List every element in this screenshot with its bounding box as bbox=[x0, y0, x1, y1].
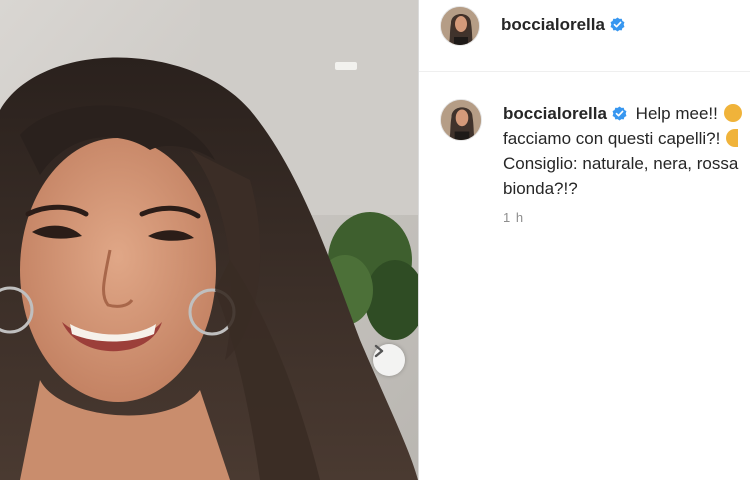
caption-username[interactable]: boccialorella bbox=[503, 104, 607, 123]
caption-text-3: Consiglio: naturale, nera, rossa bbox=[503, 154, 739, 173]
selfie-image bbox=[0, 0, 418, 480]
caption-text-4: bionda?!? bbox=[503, 179, 578, 198]
caption-line-1: boccialorella Help mee!! bbox=[503, 101, 750, 126]
caption-line-3: Consiglio: naturale, nera, rossa bbox=[503, 151, 750, 176]
avatar[interactable] bbox=[440, 6, 480, 46]
caption-text-1: Help mee!! bbox=[635, 104, 718, 123]
face-emoji-icon bbox=[726, 129, 739, 147]
verified-badge-icon bbox=[610, 17, 625, 32]
post-photo[interactable] bbox=[0, 0, 418, 480]
caption-avatar[interactable] bbox=[440, 99, 482, 141]
post-header: boccialorella bbox=[419, 0, 750, 72]
caption-text-2: facciamo con questi capelli?! bbox=[503, 129, 721, 148]
chevron-right-icon bbox=[374, 344, 384, 358]
header-username[interactable]: boccialorella bbox=[501, 15, 625, 35]
post-caption: boccialorella Help mee!! facciamo con qu… bbox=[503, 101, 750, 201]
post-timestamp[interactable]: 1 h bbox=[503, 210, 524, 225]
verified-badge-icon bbox=[612, 106, 627, 121]
monkey-emoji-icon bbox=[723, 104, 742, 122]
caption-section: boccialorella Help mee!! facciamo con qu… bbox=[419, 72, 750, 480]
caption-line-2: facciamo con questi capelli?! bbox=[503, 126, 750, 151]
caption-line-4: bionda?!? bbox=[503, 176, 750, 201]
next-photo-button[interactable] bbox=[373, 344, 405, 376]
